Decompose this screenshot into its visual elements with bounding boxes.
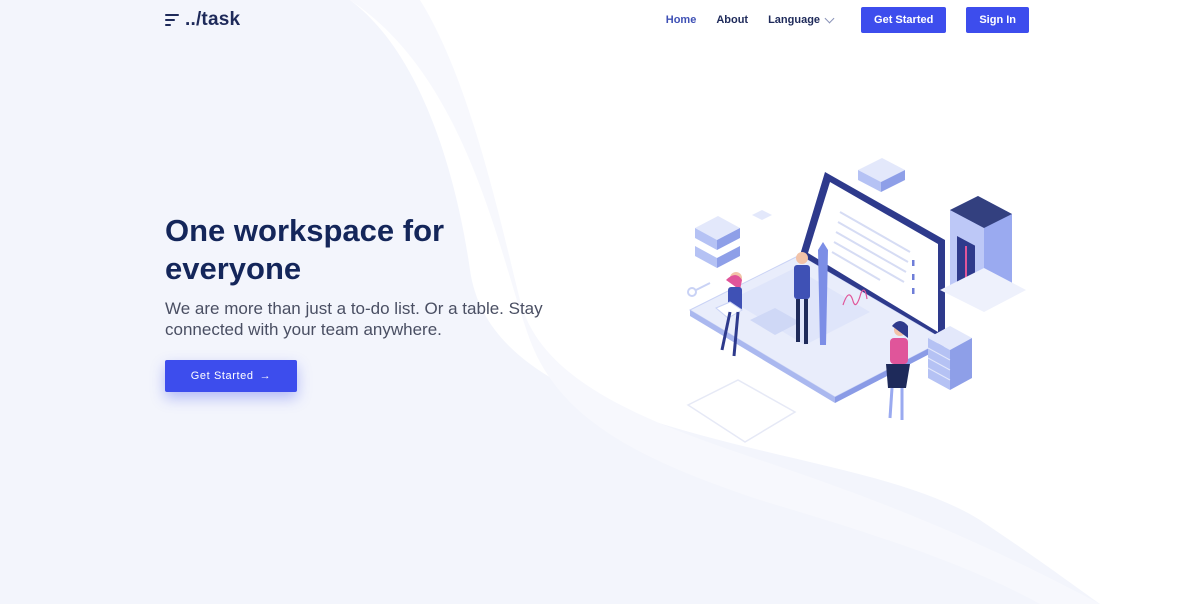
server-stack-top [858,158,905,192]
hero-cta-label: Get Started [190,370,254,382]
arrow-right-icon: → [259,370,272,382]
logo-text: ../task [185,9,241,30]
sign-in-button[interactable]: Sign In [966,7,1029,33]
top-navbar: ../task Home About Language Get Started … [0,0,1196,40]
server-stack-right [927,326,972,390]
small-tile [752,210,772,220]
hero-title: One workspace for everyone [165,213,445,286]
nav-get-started-button[interactable]: Get Started [861,7,947,33]
logo-icon [165,12,179,28]
logo[interactable]: ../task [165,9,240,31]
nav-home-link[interactable]: Home [666,14,697,26]
floor-tile [686,379,797,443]
language-label: Language [768,14,821,26]
hero-illustration [686,158,1026,443]
key-decoration [687,282,711,297]
language-dropdown[interactable]: Language [768,13,835,26]
nav-about-link[interactable]: About [716,14,748,26]
server-stack-left [695,216,740,268]
server-tower [940,196,1026,312]
landing-page: ../task Home About Language Get Started … [0,0,1196,604]
hero-get-started-button[interactable]: Get Started → [165,360,297,392]
main-nav: Home About Language Get Started Sign In [666,7,1029,33]
hero-subtitle: We are more than just a to-do list. Or a… [165,299,543,339]
chevron-down-icon [824,13,835,24]
